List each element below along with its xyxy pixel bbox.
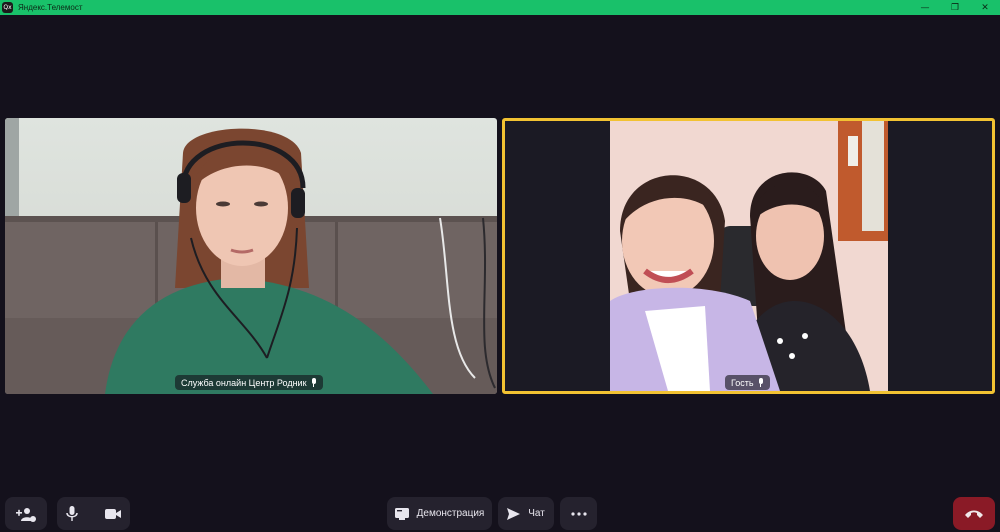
participant-name: Гость (731, 377, 754, 388)
participant-name: Служба онлайн Центр Родник (181, 377, 307, 388)
add-person-icon (16, 507, 36, 522)
camera-icon[interactable] (104, 508, 121, 520)
participant-video-tile[interactable]: Служба онлайн Центр Родник (5, 118, 497, 394)
screen-share-button[interactable]: Демонстрация (387, 497, 492, 530)
minimize-button[interactable]: — (910, 0, 940, 15)
window-title: Яндекс.Телемост (18, 3, 83, 12)
participant-name-tag: Служба онлайн Центр Родник (175, 375, 323, 390)
phone-hangup-icon (965, 510, 983, 518)
app-logo-icon: Qx (2, 2, 13, 13)
maximize-button[interactable]: ❐ (940, 0, 970, 15)
title-bar: Qx Яндекс.Телемост — ❐ ✕ (0, 0, 1000, 15)
microphone-icon[interactable] (66, 505, 78, 522)
participant-video (5, 118, 497, 394)
add-participant-button[interactable] (5, 497, 47, 530)
media-controls-group (57, 497, 130, 530)
microphone-on-icon (758, 378, 764, 387)
chat-label: Чат (528, 508, 545, 519)
more-button[interactable] (560, 497, 597, 530)
close-button[interactable]: ✕ (970, 0, 1000, 15)
participant-video (505, 121, 992, 391)
hangup-button[interactable] (953, 497, 995, 530)
participant-video-tile-active[interactable]: Гость (502, 118, 995, 394)
screen-share-label: Демонстрация (416, 508, 485, 519)
window-controls: — ❐ ✕ (910, 0, 1000, 15)
participant-name-tag: Гость (725, 375, 770, 390)
more-icon (570, 511, 587, 516)
microphone-on-icon (311, 378, 317, 387)
screen-share-icon (394, 507, 409, 520)
chat-send-icon (507, 507, 521, 520)
chat-button[interactable]: Чат (498, 497, 554, 530)
